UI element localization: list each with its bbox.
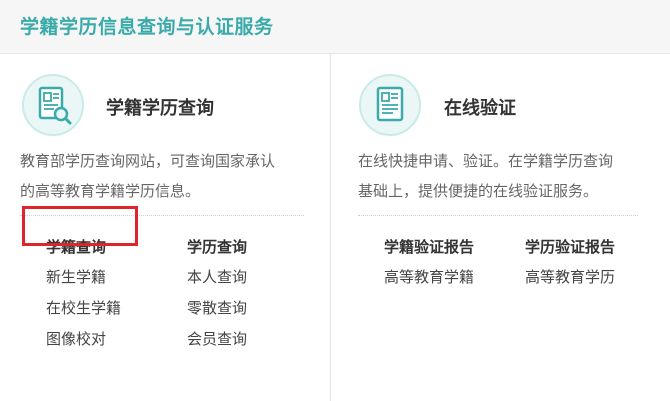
verification-description-line: 在线快捷申请、验证。在学籍学历查询 <box>358 152 614 170</box>
query-description: 教育部学历查询网站，可查询国家承认 的高等教育学籍学历信息。 <box>20 146 320 206</box>
student-status-report-column: 学籍验证报告 高等教育学籍 <box>384 236 474 293</box>
query-panel-title: 学籍学历查询 <box>106 98 214 119</box>
degree-report-column: 学历验证报告 高等教育学历 <box>525 236 615 293</box>
link-higher-education-degree[interactable]: 高等教育学历 <box>525 262 615 293</box>
verification-panel-title: 在线验证 <box>444 98 516 119</box>
verification-description-line: 基础上，提供便捷的在线验证服务。 <box>358 182 599 200</box>
query-description-line: 的高等教育学籍学历信息。 <box>20 182 201 200</box>
verification-description: 在线快捷申请、验证。在学籍学历查询 基础上，提供便捷的在线验证服务。 <box>358 146 658 206</box>
document-search-icon <box>22 74 84 136</box>
verification-panel: 在线验证 在线快捷申请、验证。在学籍学历查询 基础上，提供便捷的在线验证服务。 … <box>332 54 670 401</box>
link-new-student-status[interactable]: 新生学籍 <box>46 262 121 293</box>
divider <box>358 215 638 216</box>
link-individual-query[interactable]: 零散查询 <box>187 293 247 324</box>
link-member-query[interactable]: 会员查询 <box>187 324 247 355</box>
degree-query-heading: 学历查询 <box>187 238 248 256</box>
student-status-query-column: 学籍查询 新生学籍 在校生学籍 图像校对 <box>46 236 121 355</box>
student-status-query-heading: 学籍查询 <box>46 238 107 256</box>
degree-report-heading: 学历验证报告 <box>525 238 616 256</box>
page-title: 学籍学历信息查询与认证服务 <box>20 16 274 38</box>
divider <box>20 215 304 216</box>
link-photo-verification[interactable]: 图像校对 <box>46 324 121 355</box>
link-self-query[interactable]: 本人查询 <box>187 262 247 293</box>
link-enrolled-student-status[interactable]: 在校生学籍 <box>46 293 121 324</box>
link-higher-education-status[interactable]: 高等教育学籍 <box>384 262 474 293</box>
student-status-report-heading: 学籍验证报告 <box>384 238 475 256</box>
degree-query-column: 学历查询 本人查询 零散查询 会员查询 <box>187 236 247 355</box>
document-verify-icon <box>359 74 421 136</box>
page-header: 学籍学历信息查询与认证服务 <box>0 0 670 54</box>
query-panel: 学籍学历查询 教育部学历查询网站，可查询国家承认 的高等教育学籍学历信息。 学籍… <box>0 54 331 401</box>
query-description-line: 教育部学历查询网站，可查询国家承认 <box>20 152 276 170</box>
